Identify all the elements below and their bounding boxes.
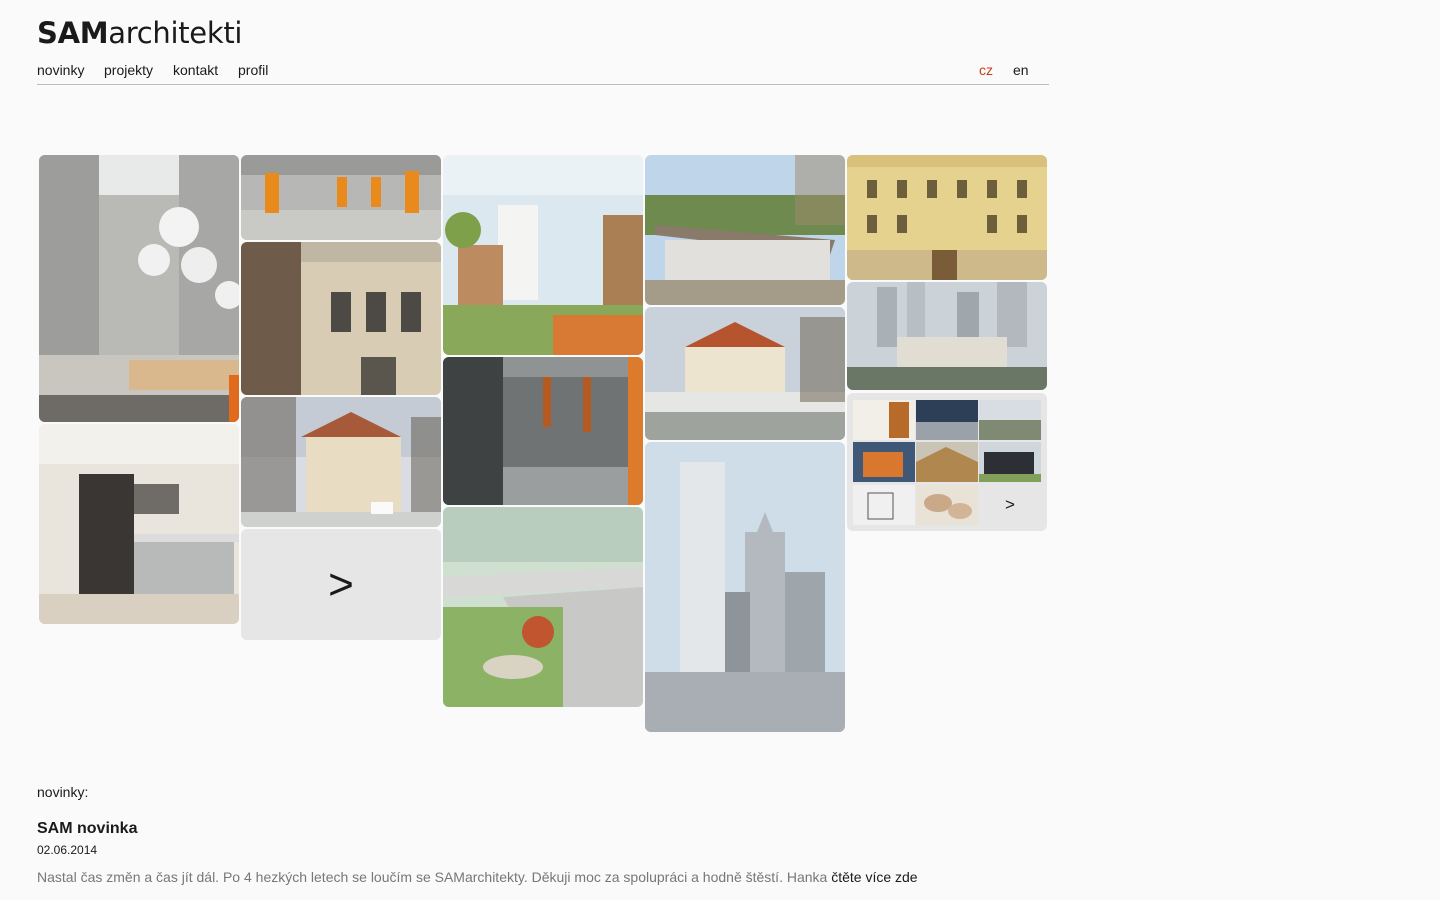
news-body: Nastal čas změn a čas jít dál. Po 4 hezk… [37,869,828,885]
site-logo[interactable]: SAMarchitekti [37,16,242,50]
mini-thumb-8[interactable] [916,485,978,525]
lang-cz-link[interactable]: cz [979,61,993,79]
project-facade-image[interactable] [241,242,441,395]
lang-en-link[interactable]: en [1013,61,1029,79]
project-villa-image[interactable] [241,397,441,527]
mini-thumb-4[interactable] [853,442,915,482]
project-courtyard-render-image[interactable] [443,507,643,707]
news-text: Nastal čas změn a čas jít dál. Po 4 hezk… [37,869,918,885]
mini-thumb-6[interactable] [979,442,1041,482]
project-historic-building-image[interactable] [847,155,1047,280]
mini-thumb-5[interactable] [916,442,978,482]
nav-item-kontakt[interactable]: kontakt [173,61,218,79]
logo-bold: SAM [37,16,109,50]
mini-thumb-2[interactable] [916,400,978,440]
gallery-more-button[interactable]: > [241,529,441,640]
news-heading: novinky: [37,784,89,800]
project-kitchen-image[interactable] [39,424,239,624]
mini-gallery-more-button[interactable]: > [979,485,1041,525]
project-residential-render-image[interactable] [443,155,643,355]
project-skyscraper-image[interactable] [645,442,845,732]
project-atrium-image[interactable] [39,155,239,422]
nav-item-profil[interactable]: profil [238,61,268,79]
project-corridor-image[interactable] [443,357,643,505]
gallery-more-arrow: > [328,559,354,609]
nav-item-novinky[interactable]: novinky [37,61,84,79]
project-pavilion-image[interactable] [645,155,845,305]
project-city-image[interactable] [847,282,1047,390]
project-house-image[interactable] [645,307,845,440]
mini-thumb-3[interactable] [979,400,1041,440]
mini-thumb-1[interactable] [853,400,915,440]
news-title: SAM novinka [37,820,138,837]
mini-thumb-7[interactable] [853,485,915,525]
nav-item-projekty[interactable]: projekty [104,61,153,79]
project-garage-image[interactable] [241,155,441,240]
logo-light: architekti [108,16,243,50]
news-date: 02.06.2014 [37,843,98,857]
news-read-more-link[interactable]: čtěte více zde [831,869,917,885]
main-nav: novinky projekty kontakt profil cz en [37,61,1049,85]
